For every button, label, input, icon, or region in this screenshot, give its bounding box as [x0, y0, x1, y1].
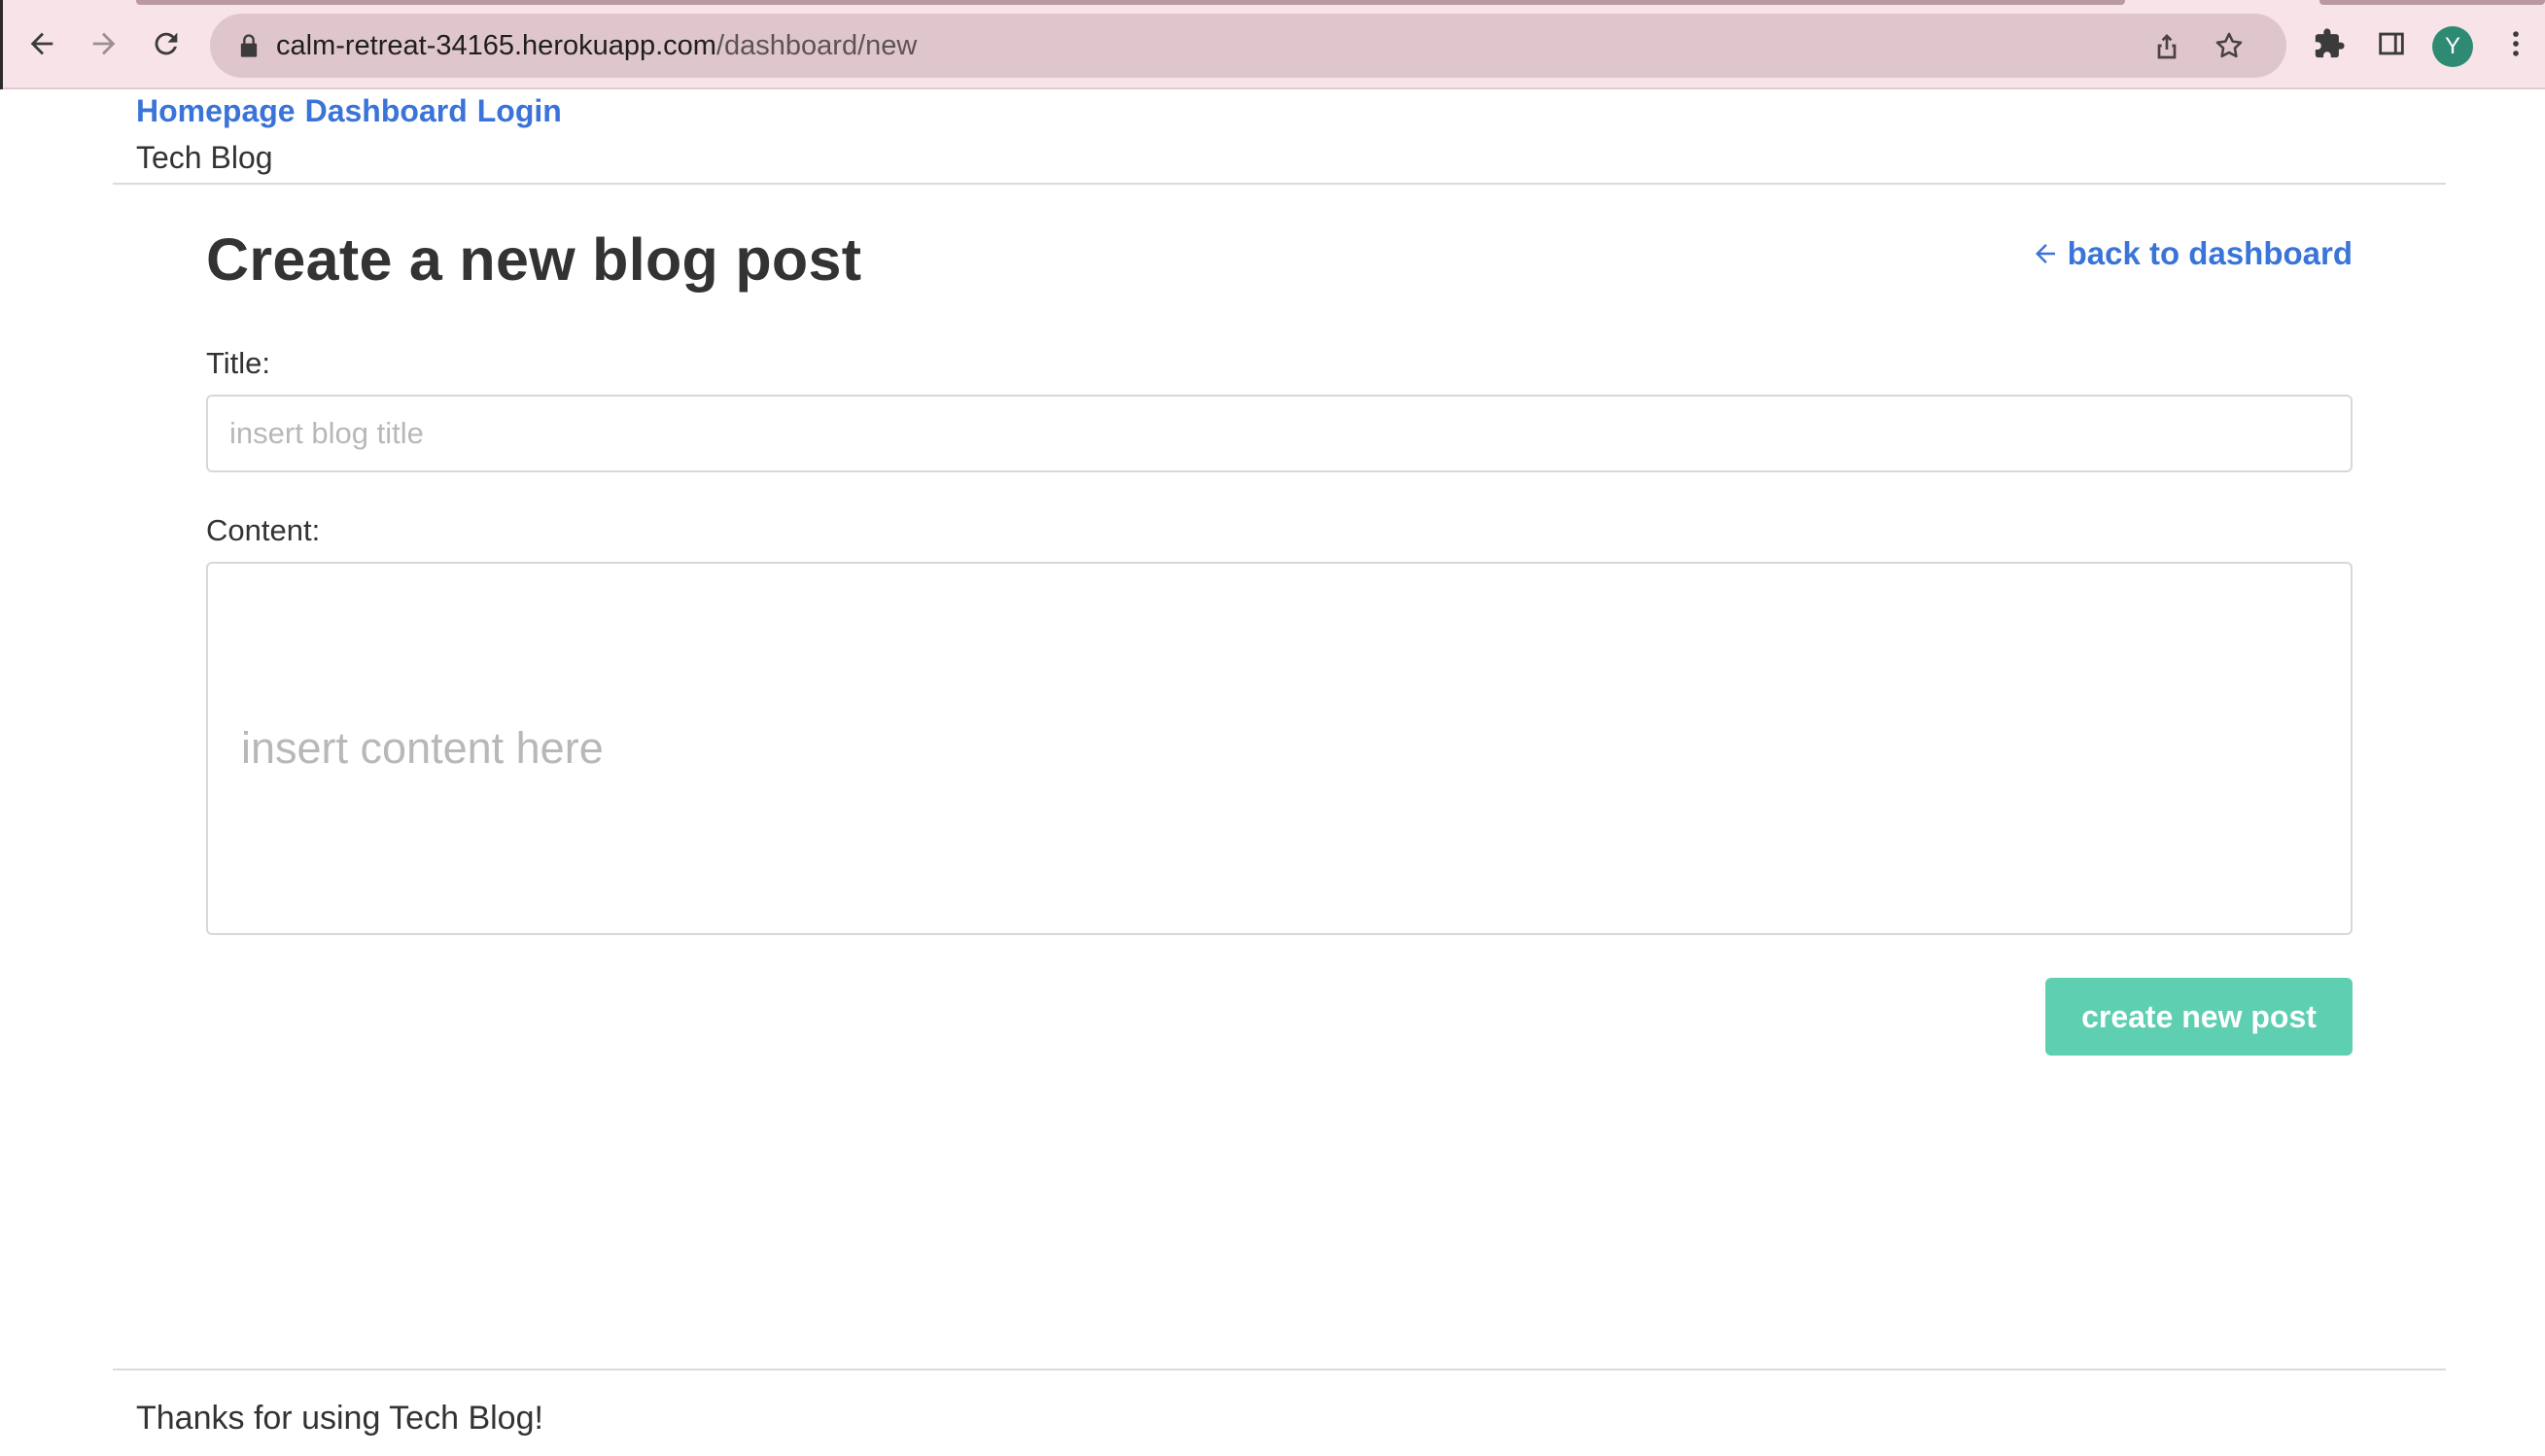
- back-link-label: back to dashboard: [2067, 235, 2353, 271]
- extensions-icon: [2315, 28, 2345, 58]
- title-input[interactable]: [206, 395, 2353, 472]
- window-edge: [0, 0, 3, 89]
- star-icon: [2215, 32, 2243, 58]
- profile-avatar[interactable]: Y: [2432, 26, 2473, 67]
- address-bar[interactable]: calm-retreat-34165.herokuapp.com/dashboa…: [210, 14, 2286, 78]
- nav-homepage-link[interactable]: Homepage: [136, 93, 296, 128]
- site-header: Homepage Dashboard Login Tech Blog: [113, 89, 2446, 185]
- site-footer: Thanks for using Tech Blog!: [113, 1369, 2446, 1456]
- reload-icon: [155, 32, 178, 55]
- nav-login-link[interactable]: Login: [477, 93, 562, 128]
- tab-strip-edge-right: [2319, 0, 2545, 5]
- share-button[interactable]: [2150, 29, 2183, 62]
- back-arrow-icon: [30, 32, 53, 55]
- more-vert-icon: [2513, 31, 2519, 56]
- content-label: Content:: [206, 513, 321, 547]
- site-name: Tech Blog: [136, 140, 273, 175]
- reload-button[interactable]: [144, 21, 189, 66]
- back-to-dashboard-link[interactable]: back to dashboard: [2031, 235, 2353, 272]
- back-button[interactable]: [19, 21, 64, 66]
- arrow-left-icon: [2035, 244, 2055, 263]
- url-host: calm-retreat-34165.herokuapp.com: [276, 30, 716, 61]
- url-text: calm-retreat-34165.herokuapp.com/dashboa…: [276, 14, 917, 78]
- content-textarea[interactable]: insert content here: [206, 562, 2353, 935]
- browser-toolbar: calm-retreat-34165.herokuapp.com/dashboa…: [0, 0, 2545, 89]
- lock-icon[interactable]: [235, 32, 262, 59]
- forward-arrow-icon: [92, 32, 116, 55]
- create-post-button[interactable]: create new post: [2045, 978, 2353, 1056]
- content-placeholder: insert content here: [241, 723, 604, 773]
- bookmark-button[interactable]: [2213, 29, 2246, 62]
- extensions-button[interactable]: [2310, 24, 2349, 63]
- tab-strip-edge: [136, 0, 2125, 5]
- side-panel-button[interactable]: [2372, 24, 2411, 63]
- browser-menu-button[interactable]: [2496, 24, 2535, 63]
- share-icon: [2157, 34, 2177, 59]
- side-panel-icon: [2379, 32, 2404, 55]
- forward-button[interactable]: [82, 21, 126, 66]
- url-path: /dashboard/new: [715, 30, 918, 61]
- site-nav: Homepage Dashboard Login: [136, 93, 572, 129]
- nav-dashboard-link[interactable]: Dashboard: [305, 93, 468, 128]
- page-viewport: Homepage Dashboard Login Tech Blog Create …: [0, 89, 2545, 1456]
- page-title: Create a new blog post: [206, 226, 862, 293]
- title-label: Title:: [206, 346, 271, 380]
- footer-text: Thanks for using Tech Blog!: [136, 1400, 543, 1437]
